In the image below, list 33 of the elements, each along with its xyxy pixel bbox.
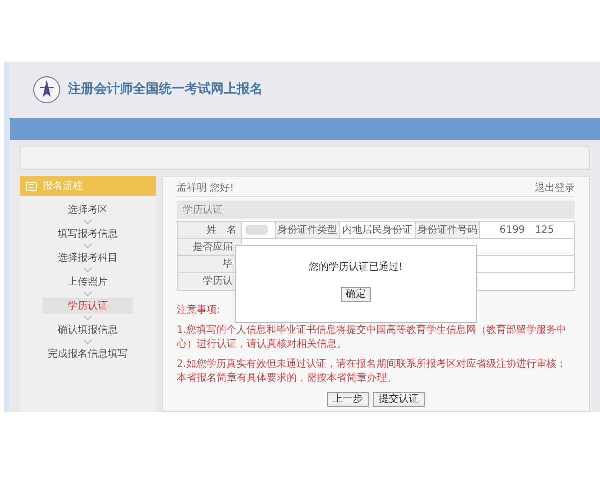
step-item[interactable]: 上传照片 (43, 274, 133, 290)
form-button[interactable]: 提交认证 (373, 392, 425, 407)
table-cell: 是否应届 (178, 239, 242, 255)
blurred-name (246, 225, 268, 235)
section-header: 学历认证 (177, 201, 575, 219)
step-item[interactable]: 选择考区 (43, 202, 133, 218)
step-item[interactable]: 确认填报信息 (43, 322, 133, 338)
chevron-down-icon (83, 339, 93, 345)
step-item[interactable]: 完成报名信息填写 (43, 346, 133, 362)
table-cell: 身份证件类型 (276, 222, 340, 238)
step-item[interactable]: 填写报考信息 (43, 226, 133, 242)
step-item[interactable]: 学历认证 (43, 298, 133, 314)
notes-title: 注意事项: (177, 304, 222, 318)
table-cell: 姓 名 (178, 222, 242, 238)
emblem-icon (32, 75, 62, 105)
notice-text: 2.如您学历真实有效但未通过认证，请在报名期间联系所报考区对应省级注协进行审核；本省报名简章有具体要求的，需按本省简章办理。 (177, 358, 568, 386)
step-item[interactable]: 选择报考科目 (43, 250, 133, 266)
form-button[interactable]: 上一步 (327, 392, 369, 407)
notice-text: 1.您填写的个人信息和毕业证书信息将提交中国高等教育学生信息网（教育部留学服务中心）进行认证，请认真核对相关信息。 (177, 324, 568, 352)
logout-link[interactable]: 退出登录 (535, 181, 575, 196)
chevron-down-icon (83, 267, 93, 273)
dialog-message: 您的学历认证已通过! (308, 260, 403, 275)
chevron-down-icon (83, 243, 93, 249)
table-cell: 内地居民身份证 (340, 222, 416, 238)
site-title: 注册会计师全国统一考试网上报名 (68, 80, 263, 100)
table-cell: 身份证件号码 (416, 222, 480, 238)
ok-button[interactable]: 确定 (341, 287, 371, 302)
sidebar-title: 报名流程 (43, 180, 83, 194)
chevron-down-icon (83, 315, 93, 321)
greeting-text: 孟祥明 您好! (177, 182, 234, 196)
chevron-down-icon (83, 219, 93, 225)
list-icon (26, 182, 37, 190)
chevron-down-icon (83, 291, 93, 297)
